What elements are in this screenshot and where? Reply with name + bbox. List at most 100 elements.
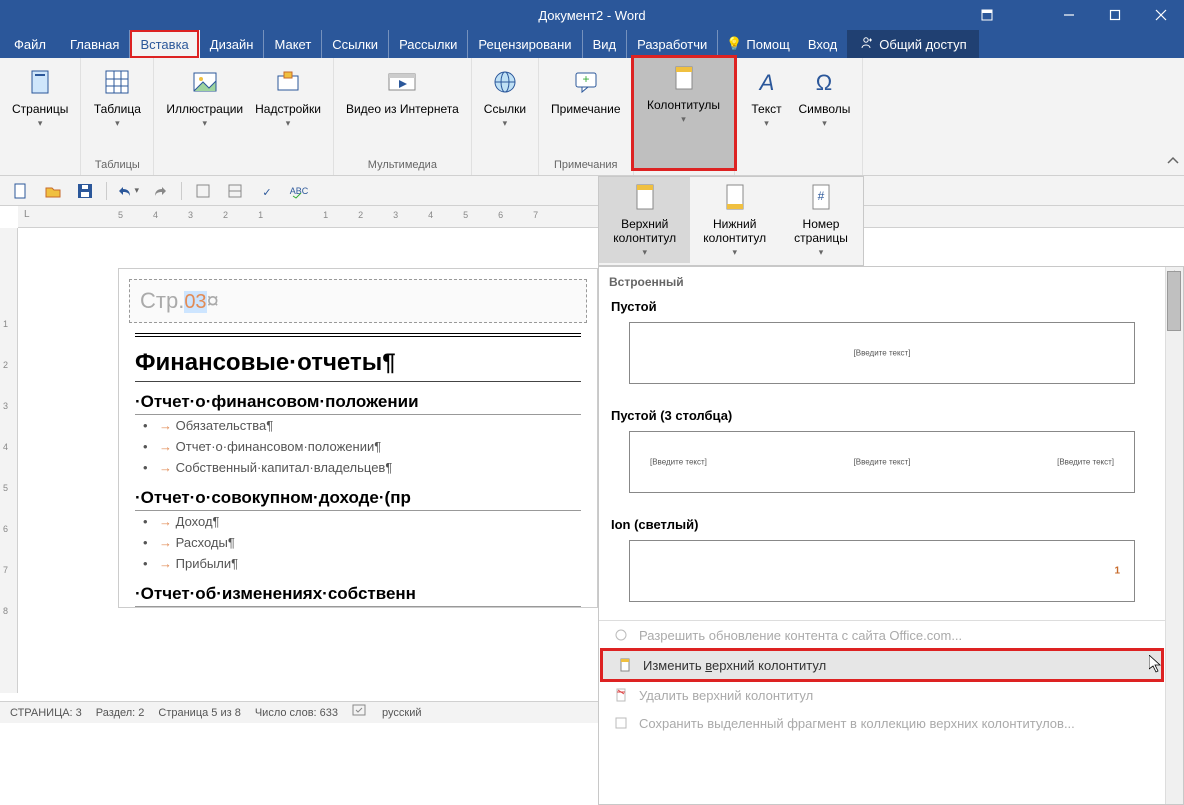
gallery-item-ion[interactable]: 1	[629, 540, 1135, 602]
header-gallery-pane: Встроенный Пустой [Введите текст] Пустой…	[598, 266, 1184, 805]
chevron-down-icon: ▾	[681, 112, 686, 126]
gallery-menu-save-selection[interactable]: Сохранить выделенный фрагмент в коллекци…	[599, 709, 1165, 737]
svg-text:+: +	[582, 72, 589, 86]
tell-me[interactable]: 💡 Помощ	[718, 36, 798, 52]
header-footer-button[interactable]: Колонтитулы ▾	[634, 58, 734, 168]
text-icon: A	[751, 66, 783, 98]
tab-design[interactable]: Дизайн	[200, 30, 265, 58]
header-icon	[629, 181, 661, 213]
addins-button[interactable]: Надстройки ▾	[251, 62, 325, 134]
quick-access-toolbar: ▾ ✓ ABC	[0, 176, 1184, 206]
undo-button[interactable]: ▾	[117, 180, 139, 202]
links-button[interactable]: Ссылки ▾	[480, 62, 530, 134]
footer-button[interactable]: Нижний колонтитул ▾	[690, 177, 779, 263]
header-cell[interactable]: Стр.03¤	[129, 279, 587, 323]
gallery-menu-office[interactable]: Разрешить обновление контента с сайта Of…	[599, 621, 1165, 649]
comment-icon: +	[570, 66, 602, 98]
placeholder-text: [Введите текст]	[854, 349, 911, 358]
ruler-corner-icon: L	[24, 209, 30, 220]
video-icon	[386, 66, 418, 98]
status-language[interactable]: русский	[382, 707, 421, 719]
document-body[interactable]: Финансовые·отчеты¶ ·Отчет·о·финансовом·п…	[119, 333, 597, 607]
page-number-button[interactable]: # Номер страницы ▾	[779, 177, 863, 263]
pages-button[interactable]: Страницы ▾	[8, 62, 72, 134]
tab-developer[interactable]: Разработчи	[627, 30, 718, 58]
gallery-item-blank3[interactable]: [Введите текст] [Введите текст] [Введите…	[629, 431, 1135, 493]
text-button[interactable]: A Текст ▾	[743, 62, 791, 134]
save-button[interactable]	[74, 180, 96, 202]
chevron-down-icon: ▾	[286, 116, 291, 130]
share-button[interactable]: Общий доступ	[847, 30, 978, 58]
symbols-button[interactable]: Ω Символы ▾	[795, 62, 855, 134]
close-button[interactable]	[1138, 0, 1184, 30]
group-label-comments: Примечания	[554, 157, 618, 173]
group-label-empty2	[242, 157, 245, 173]
link-icon	[489, 66, 521, 98]
online-video-button[interactable]: Видео из Интернета	[342, 62, 463, 120]
text-label: Текст	[751, 102, 781, 116]
qat-button-2[interactable]	[224, 180, 246, 202]
placeholder-text: [Введите текст]	[650, 458, 707, 467]
scrollbar-thumb[interactable]	[1167, 271, 1181, 331]
status-page[interactable]: СТРАНИЦА: 3	[10, 707, 82, 719]
group-label-tables: Таблицы	[95, 157, 140, 173]
gallery-menu-delete-header[interactable]: Удалить верхний колонтитул	[599, 681, 1165, 709]
sign-in[interactable]: Вход	[798, 30, 847, 58]
vertical-ruler[interactable]: 12345678	[0, 228, 18, 693]
tab-references[interactable]: Ссылки	[322, 30, 389, 58]
page-number-icon: #	[805, 181, 837, 213]
maximize-button[interactable]	[1092, 0, 1138, 30]
tab-home[interactable]: Главная	[60, 30, 130, 58]
tab-view[interactable]: Вид	[583, 30, 628, 58]
gallery-scrollbar[interactable]: ▴	[1165, 267, 1183, 804]
chevron-down-icon: ▾	[822, 116, 827, 130]
collapse-ribbon-icon[interactable]	[1166, 154, 1180, 173]
ribbon: Страницы ▾ Таблица ▾ Таблицы Иллюстрации…	[0, 58, 1184, 176]
status-page-of[interactable]: Страница 5 из 8	[158, 707, 240, 719]
omega-icon: Ω	[808, 66, 840, 98]
table-button[interactable]: Таблица ▾	[89, 62, 145, 134]
new-doc-button[interactable]	[10, 180, 32, 202]
qat-button-3[interactable]: ✓	[256, 180, 278, 202]
qat-button-1[interactable]	[192, 180, 214, 202]
proofing-icon[interactable]	[352, 704, 368, 721]
tab-layout[interactable]: Макет	[264, 30, 322, 58]
list-item: → Прибыли¶	[135, 553, 581, 574]
tab-review[interactable]: Рецензировани	[468, 30, 582, 58]
spelling-button[interactable]: ABC	[288, 180, 310, 202]
svg-text:✓: ✓	[262, 187, 271, 199]
placeholder-text: [Введите текст]	[854, 458, 911, 467]
addins-icon	[272, 66, 304, 98]
minimize-button[interactable]	[1046, 0, 1092, 30]
heading-2b: ·Отчет·о·совокупном·доходе·(пр	[135, 478, 581, 511]
table-label: Таблица	[94, 102, 141, 116]
status-words[interactable]: Число слов: 633	[255, 707, 338, 719]
redo-button[interactable]	[149, 180, 171, 202]
gallery-item-blank[interactable]: [Введите текст]	[629, 322, 1135, 384]
save-selection-icon	[613, 715, 629, 731]
ribbon-display-options-icon[interactable]	[980, 0, 994, 30]
list-item: → Собственный·капитал·владельцев¶	[135, 457, 581, 478]
tab-file[interactable]: Файл	[0, 30, 60, 58]
chevron-down-icon: ▾	[764, 116, 769, 130]
list-item: → Отчет·о·финансовом·положении¶	[135, 436, 581, 457]
svg-text:Ω: Ω	[816, 70, 832, 95]
header-button[interactable]: Верхний колонтитул ▾	[599, 177, 690, 263]
status-section[interactable]: Раздел: 2	[96, 707, 145, 719]
illustrations-button[interactable]: Иллюстрации ▾	[162, 62, 247, 134]
gallery-item-blank3-title: Пустой (3 столбца)	[599, 402, 1165, 427]
tab-insert[interactable]: Вставка	[130, 30, 199, 58]
group-label-empty	[39, 157, 42, 173]
comment-button[interactable]: + Примечание	[547, 62, 624, 120]
menu-edit-label: Изменить верхний колонтитул	[643, 658, 826, 673]
page: Стр.03¤ Финансовые·отчеты¶ ·Отчет·о·фина…	[118, 268, 598, 608]
header-page-number: 03	[184, 291, 206, 313]
video-label: Видео из Интернета	[346, 102, 459, 116]
group-label-empty4	[797, 157, 800, 173]
list-item: → Обязательства¶	[135, 415, 581, 436]
gallery-menu-edit-header[interactable]: Изменить верхний колонтитул	[603, 651, 1161, 679]
svg-text:#: #	[818, 189, 825, 203]
group-label-media: Мультимедиа	[368, 157, 437, 173]
tab-mailings[interactable]: Рассылки	[389, 30, 468, 58]
open-button[interactable]	[42, 180, 64, 202]
